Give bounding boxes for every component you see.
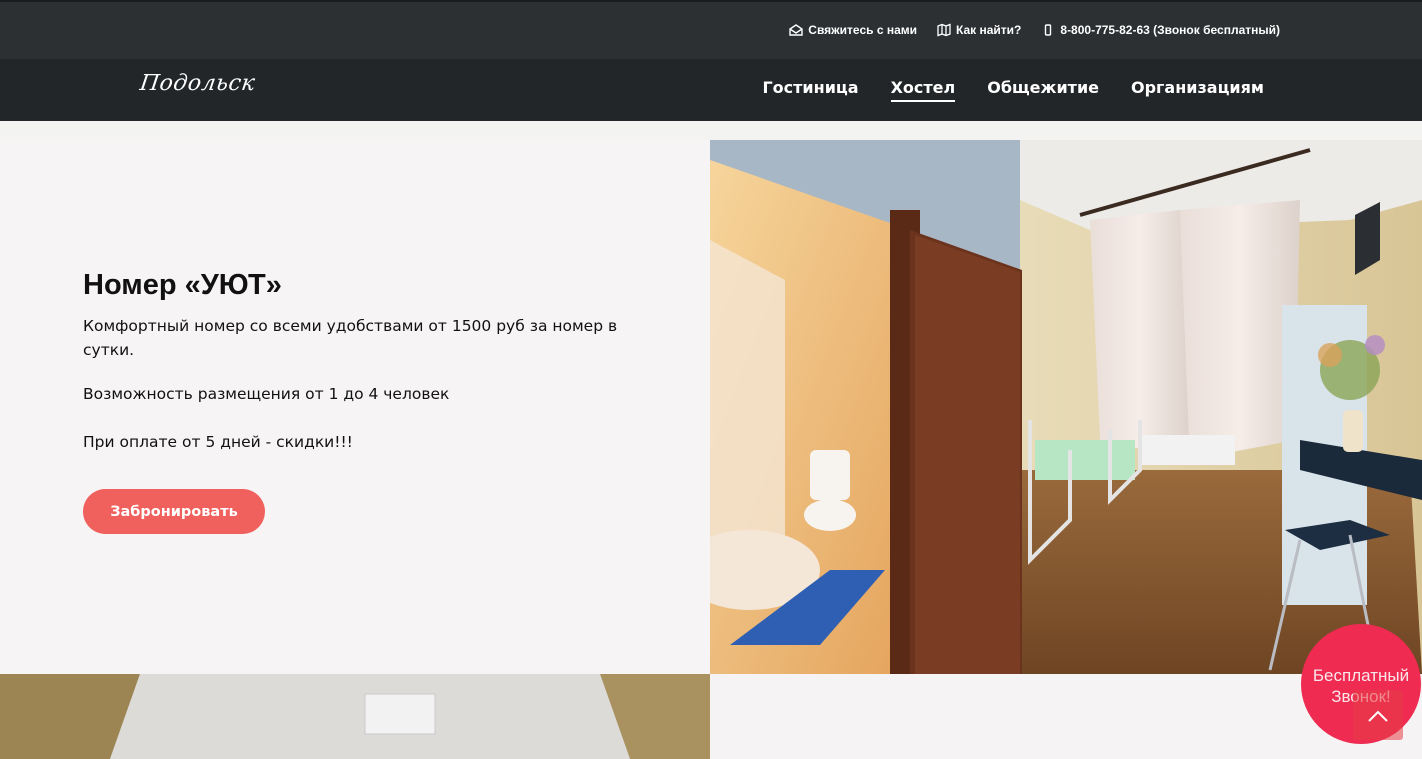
main-navbar: Подольск Гостиница Хостел Общежитие Орга…: [0, 59, 1422, 121]
phone-link[interactable]: 8-800-775-82-63 (Звонок бесплатный): [1041, 23, 1280, 37]
room-discount: При оплате от 5 дней - скидки!!!: [83, 433, 353, 451]
contact-links: Свяжитесь с нами Как найти? 8-800-775-82…: [789, 23, 1280, 37]
room-photo: [710, 140, 1422, 674]
phone-label: 8-800-775-82-63 (Звонок бесплатный): [1060, 23, 1280, 37]
phone-icon: [1045, 24, 1052, 36]
nav-item-hostel[interactable]: Хостел: [890, 78, 956, 102]
free-call-line1: Бесплатный: [1312, 666, 1410, 685]
scroll-to-top-button[interactable]: [1353, 690, 1403, 740]
nav-item-dormitory[interactable]: Общежитие: [987, 78, 1099, 102]
how-to-find-link[interactable]: Как найти?: [937, 23, 1021, 37]
second-room-photo: [0, 674, 710, 759]
divider-strip: [0, 121, 1422, 140]
how-to-find-label: Как найти?: [956, 23, 1022, 37]
chevron-up-icon: [1368, 710, 1388, 722]
nav-item-organizations[interactable]: Организациям: [1131, 78, 1264, 102]
contact-us-label: Свяжитесь с нами: [808, 23, 918, 37]
book-button[interactable]: Забронировать: [83, 489, 265, 534]
site-logo[interactable]: Подольск: [138, 71, 257, 96]
envelope-icon: [789, 24, 803, 36]
room-description: Комфортный номер со всеми удобствами от …: [83, 317, 618, 359]
map-icon: [937, 23, 951, 37]
room-title: Номер «УЮТ»: [83, 269, 282, 301]
contact-us-link[interactable]: Свяжитесь с нами: [789, 23, 917, 37]
main-nav: Гостиница Хостел Общежитие Организациям: [762, 78, 1264, 102]
room-capacity: Возможность размещения от 1 до 4 человек: [83, 385, 450, 403]
top-contact-bar: Свяжитесь с нами Как найти? 8-800-775-82…: [0, 0, 1422, 59]
room-info-panel: Номер «УЮТ» Комфортный номер со всеми уд…: [0, 140, 710, 674]
nav-item-hotel[interactable]: Гостиница: [762, 78, 858, 102]
